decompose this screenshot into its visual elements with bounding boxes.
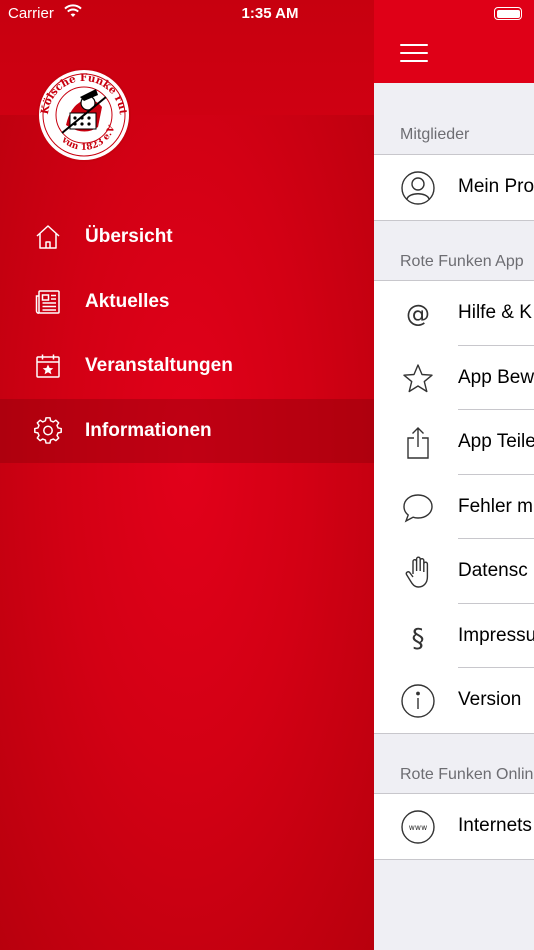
- svg-text:§: §: [412, 624, 425, 654]
- group-mitglieder: Mein Pro: [374, 154, 534, 221]
- row-label: Datensc: [458, 560, 528, 581]
- drawer-item-aktuelles[interactable]: Aktuelles: [0, 270, 374, 335]
- group-online: www Internets: [374, 793, 534, 860]
- drawer-item-informationen[interactable]: Informationen: [0, 398, 374, 463]
- row-label: Internets: [458, 815, 532, 836]
- status-bar: Carrier 1:35 AM: [0, 0, 534, 28]
- section-header-online: Rote Funken Onlin: [400, 766, 534, 783]
- rote-funken-logo: Kölsche Funke rut-wieß vun 1823 e.V.: [36, 67, 131, 162]
- home-icon: [34, 223, 62, 251]
- row-label: Version: [458, 689, 522, 710]
- newspaper-icon: [34, 288, 62, 316]
- row-label: Impressu: [458, 624, 534, 646]
- side-drawer: Kölsche Funke rut-wieß vun 1823 e.V. Übe…: [0, 0, 374, 950]
- at-sign-icon: @: [406, 300, 430, 328]
- battery-icon: [494, 7, 522, 20]
- group-app: @ Hilfe & K App Bew App Teile Fehler m D…: [374, 280, 534, 734]
- www-globe-icon: www: [401, 810, 435, 844]
- person-circle-icon: [401, 171, 435, 205]
- row-hilfe[interactable]: @ Hilfe & K: [374, 281, 534, 346]
- section-header-mitglieder: Mitglieder: [400, 126, 470, 143]
- gear-icon: [34, 416, 62, 445]
- calendar-star-icon: [34, 352, 62, 380]
- row-impressum[interactable]: § Impressu: [374, 604, 534, 668]
- status-time: 1:35 AM: [241, 5, 299, 22]
- drawer-item-label: Veranstaltungen: [85, 355, 233, 377]
- svg-text:www: www: [409, 823, 427, 832]
- row-label: App Bew: [458, 366, 534, 388]
- section-header-app: Rote Funken App: [400, 253, 524, 270]
- row-label: Mein Pro: [458, 176, 534, 197]
- drawer-item-label: Informationen: [85, 419, 212, 441]
- drawer-item-veranstaltungen[interactable]: Veranstaltungen: [0, 334, 374, 399]
- hand-icon: [405, 556, 429, 588]
- row-internetseite[interactable]: www Internets: [374, 794, 534, 859]
- info-icon: [401, 684, 435, 718]
- drawer-item-label: Aktuelles: [85, 290, 170, 312]
- drawer-item-label: Übersicht: [85, 226, 173, 248]
- row-version[interactable]: Version: [374, 668, 534, 733]
- drawer-item-uebersicht[interactable]: Übersicht: [0, 205, 374, 270]
- row-label: App Teile: [458, 431, 534, 452]
- paragraph-icon: §: [412, 624, 425, 654]
- row-mein-profil[interactable]: Mein Pro: [374, 155, 534, 220]
- row-app-teilen[interactable]: App Teile: [374, 410, 534, 475]
- drawer-menu: Übersicht Aktuelles Veranstaltungen Info…: [0, 205, 374, 463]
- share-icon: [407, 427, 429, 459]
- star-icon: [403, 363, 433, 392]
- row-fehler-melden[interactable]: Fehler m: [374, 475, 534, 539]
- hamburger-menu-icon[interactable]: [400, 44, 428, 62]
- row-app-bewerten[interactable]: App Bew: [374, 346, 534, 410]
- svg-text:@: @: [406, 300, 430, 328]
- speech-bubble-icon: [403, 493, 433, 522]
- row-datenschutz[interactable]: Datensc: [374, 539, 534, 604]
- row-label: Hilfe & K: [458, 302, 532, 323]
- row-label: Fehler m: [458, 495, 533, 517]
- info-panel: Mitglieder Mein Pro Rote Funken App @ Hi…: [374, 0, 534, 950]
